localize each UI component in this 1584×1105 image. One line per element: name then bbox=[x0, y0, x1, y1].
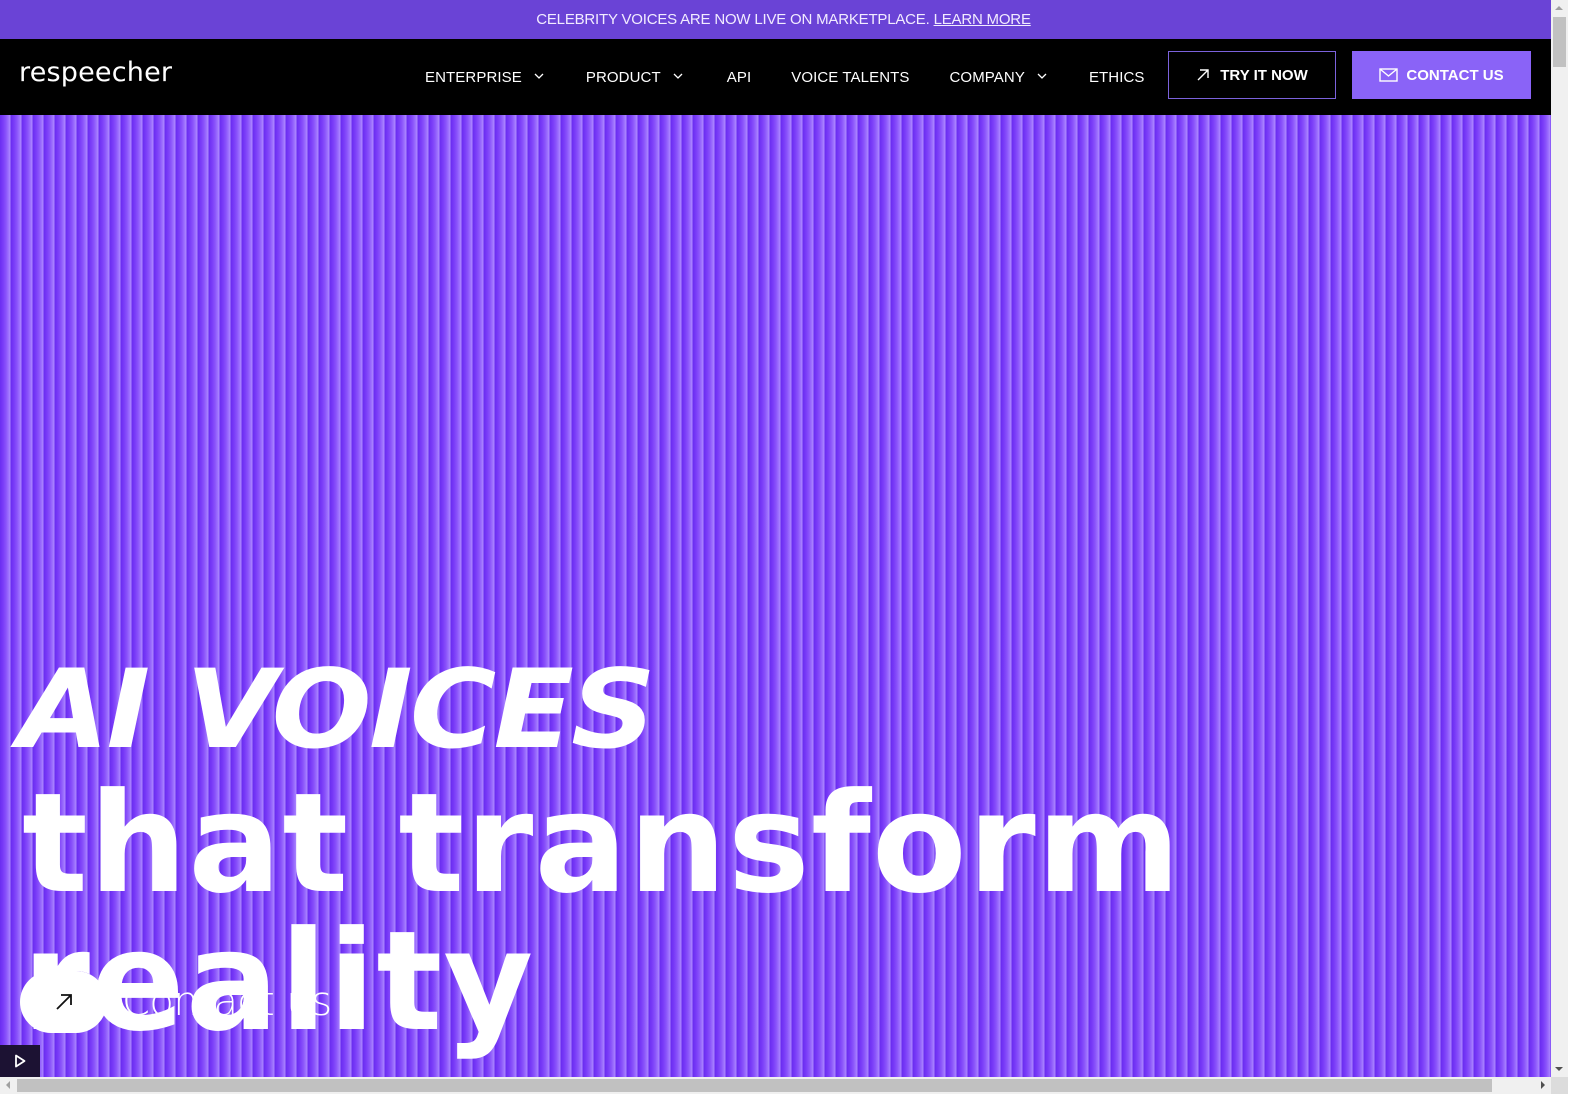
respeecher-logo[interactable]: respeecher bbox=[19, 57, 172, 88]
arrow-up-right-icon bbox=[55, 994, 72, 1010]
try-it-now-label: TRY IT NOW bbox=[1220, 66, 1308, 84]
browser-viewport: CELEBRITY VOICES ARE NOW LIVE ON MARKETP… bbox=[0, 0, 1567, 1089]
nav-item-label: PRODUCT bbox=[585, 68, 661, 86]
scroll-right-icon[interactable] bbox=[1541, 1081, 1545, 1089]
chevron-down-icon bbox=[534, 73, 544, 79]
nav-item-company[interactable]: COMPANY bbox=[950, 69, 1047, 86]
chevron-down-icon bbox=[1037, 73, 1047, 79]
nav-item-ethics[interactable]: ETHICS bbox=[1089, 69, 1145, 86]
nav-item-api[interactable]: API bbox=[727, 69, 751, 86]
nav-item-label: ETHICS bbox=[1088, 68, 1145, 86]
scrollbar-corner bbox=[1551, 1077, 1568, 1094]
scroll-down-icon[interactable] bbox=[1555, 1067, 1563, 1071]
announcement-text: CELEBRITY VOICES ARE NOW LIVE ON MARKETP… bbox=[536, 11, 930, 28]
hero-headline-line1: AI VOICES bbox=[18, 645, 656, 773]
nav-item-voice-talents[interactable]: VOICE TALENTS bbox=[791, 69, 909, 86]
try-it-now-button[interactable]: TRY IT NOW bbox=[1168, 51, 1336, 99]
nav-item-product[interactable]: PRODUCT bbox=[586, 69, 683, 86]
hero-contact-label[interactable]: Contact us bbox=[122, 979, 332, 1025]
vertical-scroll-thumb[interactable] bbox=[1553, 17, 1566, 67]
window-right-edge bbox=[1568, 0, 1584, 1105]
vertical-scrollbar[interactable] bbox=[1551, 0, 1568, 1077]
horizontal-scroll-thumb[interactable] bbox=[17, 1079, 1492, 1092]
contact-us-button[interactable]: CONTACT US bbox=[1352, 51, 1531, 99]
nav-item-enterprise[interactable]: ENTERPRISE bbox=[425, 69, 544, 86]
contact-us-label: CONTACT US bbox=[1406, 66, 1504, 84]
arrow-up-right-icon bbox=[1197, 69, 1209, 81]
play-icon bbox=[15, 1054, 26, 1068]
scroll-left-icon[interactable] bbox=[6, 1081, 10, 1089]
mail-icon bbox=[1379, 68, 1399, 82]
hero-section: AI VOICES that transform reality Contact… bbox=[0, 115, 1551, 1077]
learn-more-link[interactable]: LEARN MORE bbox=[934, 11, 1031, 28]
hero-contact-cta[interactable]: Contact us bbox=[20, 971, 332, 1033]
site-header: respeecher ENTERPRISE PRODUCT API VOICE … bbox=[0, 39, 1551, 115]
nav-item-label: COMPANY bbox=[949, 68, 1025, 86]
scroll-up-icon[interactable] bbox=[1555, 6, 1563, 10]
hero-contact-button[interactable] bbox=[20, 971, 107, 1033]
chevron-down-icon bbox=[673, 73, 683, 79]
main-nav: ENTERPRISE PRODUCT API VOICE TALENTS COM… bbox=[425, 39, 1145, 115]
nav-item-label: API bbox=[726, 68, 752, 86]
window-bottom-edge bbox=[0, 1094, 1584, 1105]
nav-item-label: ENTERPRISE bbox=[425, 68, 522, 86]
announcement-bar: CELEBRITY VOICES ARE NOW LIVE ON MARKETP… bbox=[0, 0, 1567, 39]
nav-item-label: VOICE TALENTS bbox=[791, 68, 910, 86]
play-video-button[interactable] bbox=[0, 1045, 40, 1077]
horizontal-scrollbar[interactable] bbox=[0, 1077, 1551, 1094]
